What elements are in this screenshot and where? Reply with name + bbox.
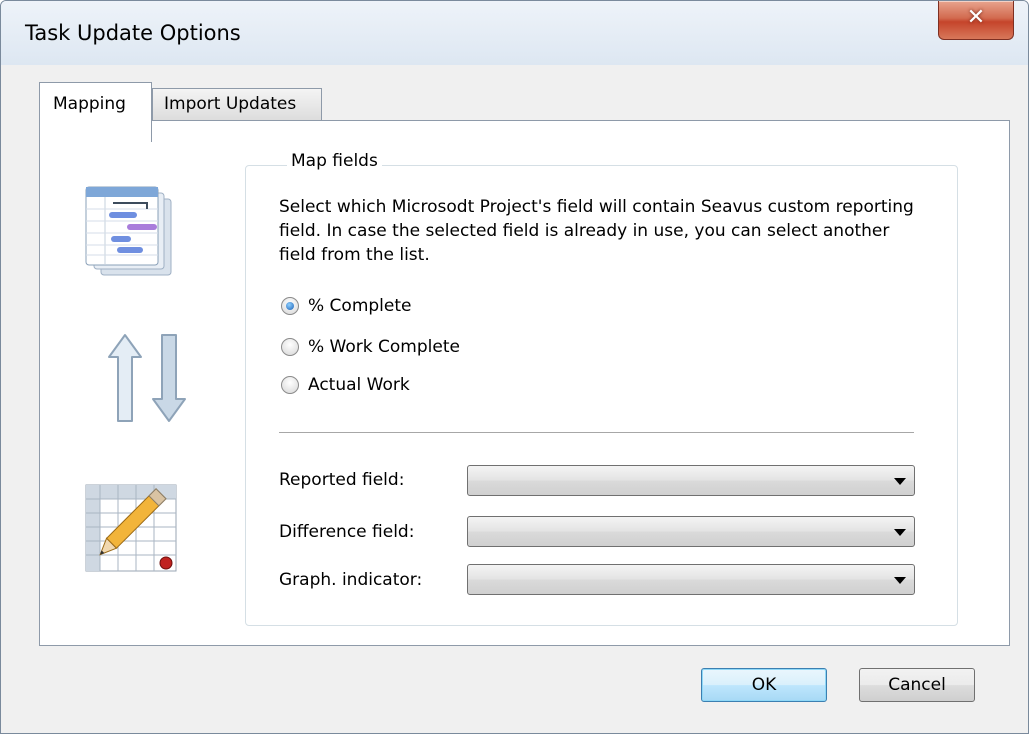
radio-percent-work-complete[interactable]: % Work Complete [281, 335, 460, 359]
radio-button[interactable] [281, 376, 299, 394]
graph-indicator-label: Graph. indicator: [279, 570, 423, 590]
radio-actual-work[interactable]: Actual Work [281, 373, 410, 397]
gantt-chart-icon [85, 186, 172, 276]
tab-label: Mapping [53, 94, 126, 114]
graph-indicator-dropdown[interactable] [467, 564, 915, 595]
difference-field-label: Difference field: [279, 522, 415, 542]
dropdown-arrow-icon [894, 529, 906, 536]
map-fields-description: Select which Microsodt Project's field w… [279, 197, 914, 265]
radio-label: Actual Work [308, 375, 410, 395]
map-fields-legend: Map fields [287, 151, 382, 171]
radio-label: % Work Complete [308, 337, 460, 357]
title-bar[interactable]: Task Update Options ✕ [1, 1, 1028, 65]
dialog-body: Import Updates Mapping Map fields Select… [9, 65, 1018, 725]
up-down-arrows-icon [108, 334, 186, 422]
reported-field-dropdown[interactable] [467, 465, 915, 496]
radio-label: % Complete [308, 296, 412, 316]
dropdown-arrow-icon [894, 577, 906, 584]
radio-percent-complete[interactable]: % Complete [281, 294, 412, 318]
close-button[interactable]: ✕ [938, 1, 1014, 40]
close-icon: ✕ [966, 5, 986, 30]
reported-field-label: Reported field: [279, 470, 405, 490]
grid-edit-pencil-icon [85, 484, 177, 572]
dropdown-arrow-icon [894, 478, 906, 485]
ok-button[interactable]: OK [701, 668, 827, 702]
tab-mapping[interactable]: Mapping [39, 82, 152, 142]
cancel-button[interactable]: Cancel [859, 668, 975, 702]
task-update-options-dialog: Task Update Options ✕ Import Updates Map… [0, 0, 1029, 734]
difference-field-dropdown[interactable] [467, 516, 915, 547]
tab-label: Import Updates [164, 94, 297, 114]
radio-button[interactable] [281, 338, 299, 356]
tab-import-updates[interactable]: Import Updates [152, 88, 322, 121]
separator-line [279, 432, 914, 433]
radio-button-selected[interactable] [281, 297, 299, 315]
window-title: Task Update Options [25, 21, 241, 45]
